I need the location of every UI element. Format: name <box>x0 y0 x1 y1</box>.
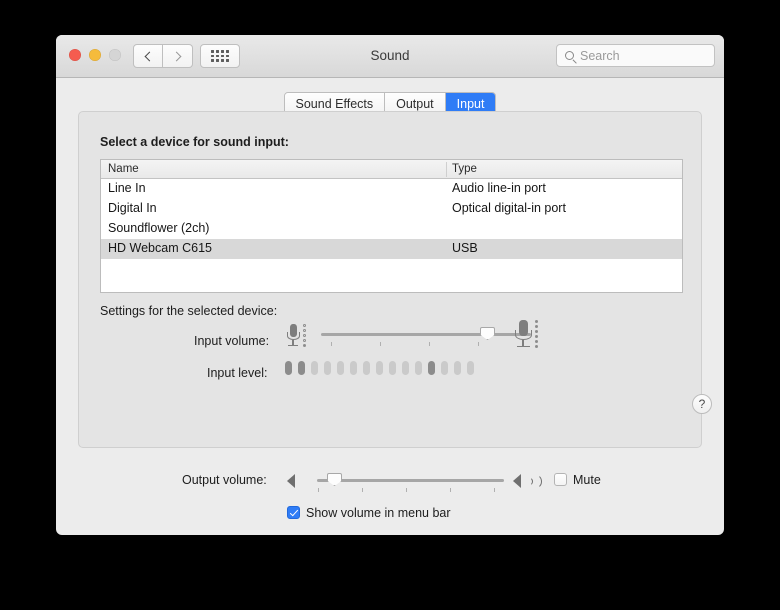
slider-tick <box>450 488 451 492</box>
slider-tick <box>478 342 479 346</box>
output-volume-slider-thumb[interactable] <box>327 473 342 486</box>
column-header-type[interactable]: Type <box>452 163 477 175</box>
table-header: Name Type <box>101 160 682 179</box>
column-header-name[interactable]: Name <box>108 163 139 175</box>
cell-device-type: Optical digital-in port <box>452 201 566 215</box>
output-volume-label: Output volume: <box>182 473 267 487</box>
meter-segment <box>311 361 318 375</box>
table-row[interactable]: Digital In Optical digital-in port <box>101 199 682 219</box>
meter-segment <box>376 361 383 375</box>
cell-device-name: HD Webcam C615 <box>108 241 212 255</box>
search-icon <box>565 51 574 60</box>
search-field[interactable]: Search <box>556 44 715 67</box>
meter-segment <box>428 361 435 375</box>
show-volume-label: Show volume in menu bar <box>306 506 451 520</box>
table-row[interactable]: Line In Audio line-in port <box>101 179 682 199</box>
show-volume-row: Show volume in menu bar <box>56 503 724 523</box>
show-volume-checkbox[interactable] <box>287 506 300 519</box>
cell-device-type: Audio line-in port <box>452 181 546 195</box>
meter-segment <box>350 361 357 375</box>
input-volume-slider-thumb[interactable] <box>480 327 495 340</box>
meter-segment <box>389 361 396 375</box>
meter-segment <box>337 361 344 375</box>
search-placeholder: Search <box>580 48 620 63</box>
table-row[interactable]: Soundflower (2ch) <box>101 219 682 239</box>
cell-device-name: Line In <box>108 181 146 195</box>
device-section-label: Select a device for sound input: <box>100 135 289 149</box>
cell-device-type: USB <box>452 241 478 255</box>
slider-tick <box>406 488 407 492</box>
meter-segment <box>467 361 474 375</box>
meter-segment <box>415 361 422 375</box>
mute-label: Mute <box>573 473 601 487</box>
mic-level-marks-quiet <box>303 324 306 347</box>
speaker-waves-icon <box>513 473 542 489</box>
microphone-quiet-icon <box>285 324 301 350</box>
input-level-label: Input level: <box>207 366 268 380</box>
meter-segment <box>324 361 331 375</box>
meter-segment <box>441 361 448 375</box>
output-volume-slider-track[interactable] <box>317 479 504 482</box>
window-titlebar: Sound Search <box>56 35 724 78</box>
mute-checkbox[interactable] <box>554 473 567 486</box>
slider-tick <box>362 488 363 492</box>
table-row-selected[interactable]: HD Webcam C615 USB <box>101 239 682 259</box>
speaker-icon <box>287 474 295 488</box>
input-volume-label: Input volume: <box>194 334 270 348</box>
meter-segment <box>402 361 409 375</box>
input-volume-slider-track[interactable] <box>321 333 531 336</box>
microphone-loud-icon <box>513 320 533 350</box>
output-volume-row: Output volume: Mute <box>56 469 724 493</box>
help-button[interactable]: ? <box>692 394 712 414</box>
slider-tick <box>331 342 332 346</box>
mic-level-marks-loud <box>535 320 538 348</box>
input-level-meter <box>285 361 474 375</box>
cell-device-name: Digital In <box>108 201 157 215</box>
slider-tick <box>318 488 319 492</box>
slider-tick <box>380 342 381 346</box>
cell-device-name: Soundflower (2ch) <box>108 221 210 235</box>
sound-preferences-window: Sound Search Sound Effects Output Input … <box>56 35 724 535</box>
meter-segment <box>454 361 461 375</box>
meter-segment <box>298 361 305 375</box>
slider-tick <box>494 488 495 492</box>
meter-segment <box>363 361 370 375</box>
settings-section-label: Settings for the selected device: <box>100 304 278 318</box>
input-settings-panel: Select a device for sound input: Name Ty… <box>78 111 712 448</box>
slider-tick <box>429 342 430 346</box>
meter-segment <box>285 361 292 375</box>
input-device-table[interactable]: Name Type Line In Audio line-in port Dig… <box>100 159 683 293</box>
column-divider <box>446 162 447 177</box>
